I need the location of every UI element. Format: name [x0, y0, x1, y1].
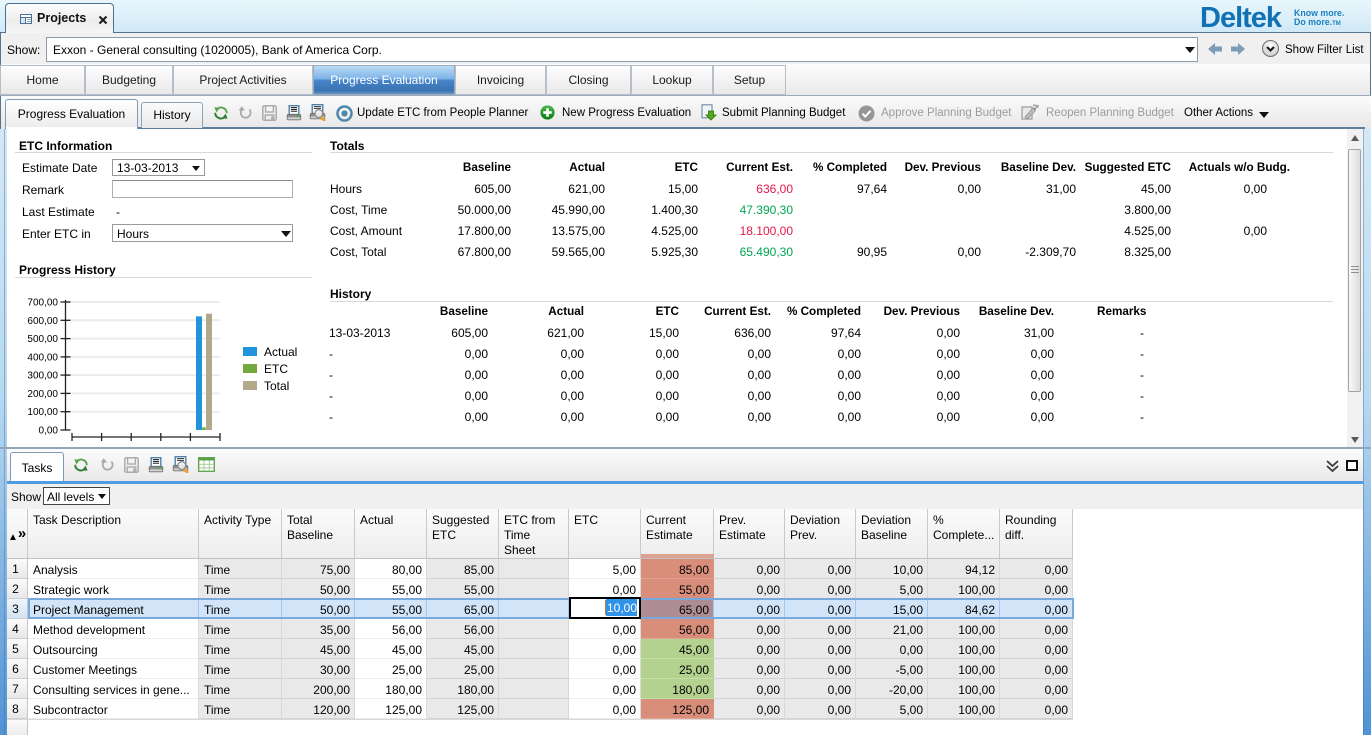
svg-text:400,00: 400,00 [27, 352, 58, 363]
svg-text:300,00: 300,00 [27, 371, 58, 382]
svg-text:0,00: 0,00 [39, 426, 59, 437]
svg-text:100,00: 100,00 [27, 407, 58, 418]
svg-text:700,00: 700,00 [27, 298, 58, 309]
svg-text:600,00: 600,00 [27, 316, 58, 327]
svg-text:200,00: 200,00 [27, 389, 58, 400]
svg-text:500,00: 500,00 [27, 334, 58, 345]
